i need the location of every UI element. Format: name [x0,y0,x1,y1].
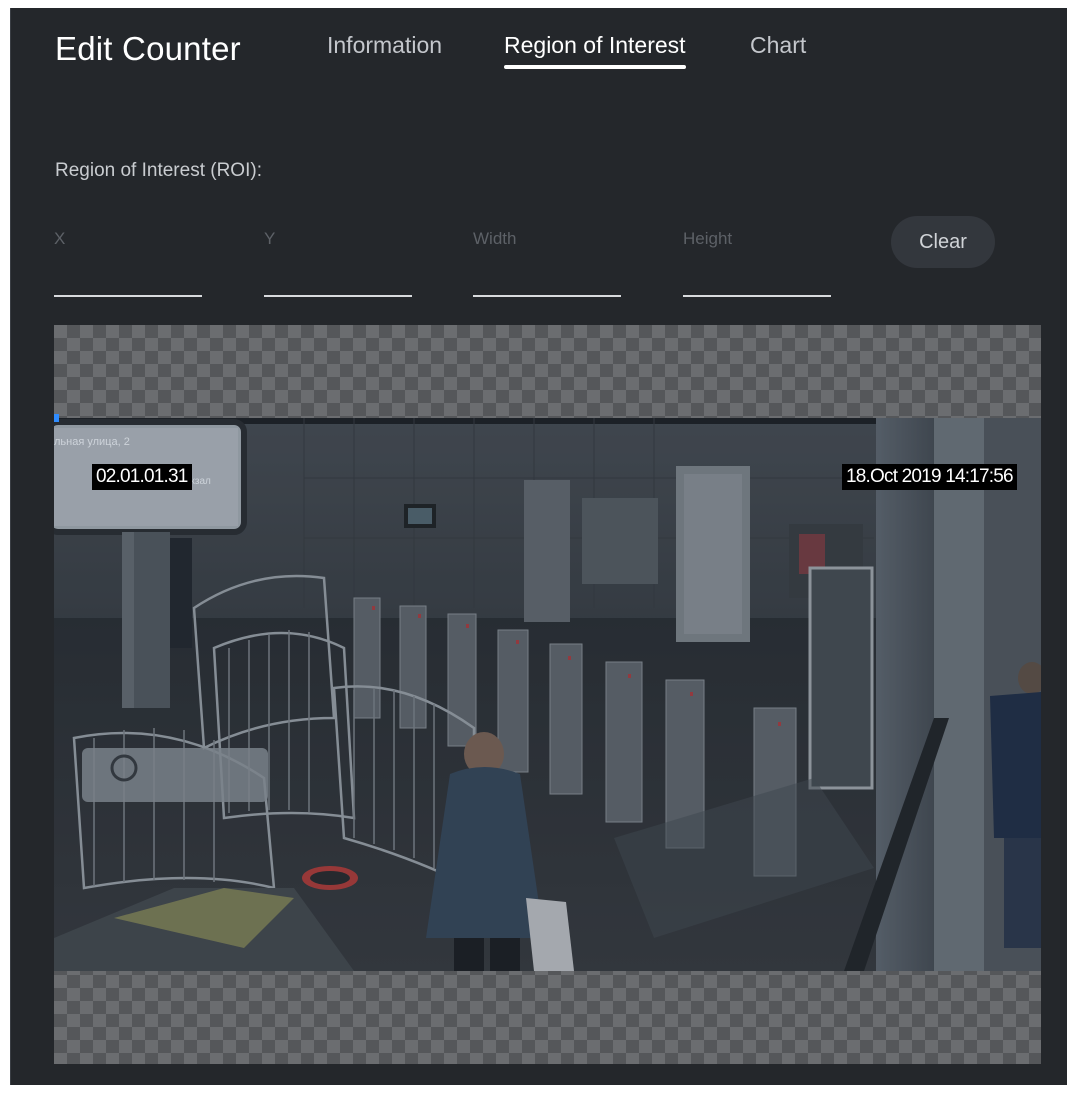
roi-height-input[interactable] [683,223,831,295]
roi-height-underline [683,295,831,297]
tab-information[interactable]: Information [327,32,442,59]
roi-width-input[interactable] [473,223,621,295]
tab-chart[interactable]: Chart [750,32,806,59]
tab-region-of-interest[interactable]: Region of Interest [504,32,686,69]
clear-button[interactable]: Clear [891,216,995,268]
roi-section-label: Region of Interest (ROI): [55,160,262,181]
roi-y-underline [264,295,412,297]
roi-resize-handle[interactable] [54,414,59,422]
roi-width-field: Width [473,223,621,297]
roi-height-field: Height [683,223,831,297]
active-tab-indicator [504,65,686,69]
tab-region-of-interest-label: Region of Interest [504,32,686,58]
edit-counter-panel: Edit Counter Information Region of Inter… [10,8,1067,1085]
camera-scene [54,418,1041,971]
roi-canvas[interactable]: льная улица, 2 Северный речной вокзал 02… [54,325,1041,1064]
page-title: Edit Counter [55,30,241,67]
camera-id-overlay: 02.01.01.31 [92,464,192,490]
roi-x-underline [54,295,202,297]
station-sign-text: льная улица, 2 [54,436,130,448]
roi-x-input[interactable] [54,223,202,295]
timestamp-overlay: 18.Oct 2019 14:17:56 [842,464,1017,490]
roi-x-field: X [54,223,202,297]
camera-frame[interactable]: льная улица, 2 Северный речной вокзал 02… [54,418,1041,971]
roi-y-field: Y [264,223,412,297]
roi-y-input[interactable] [264,223,412,295]
roi-width-underline [473,295,621,297]
